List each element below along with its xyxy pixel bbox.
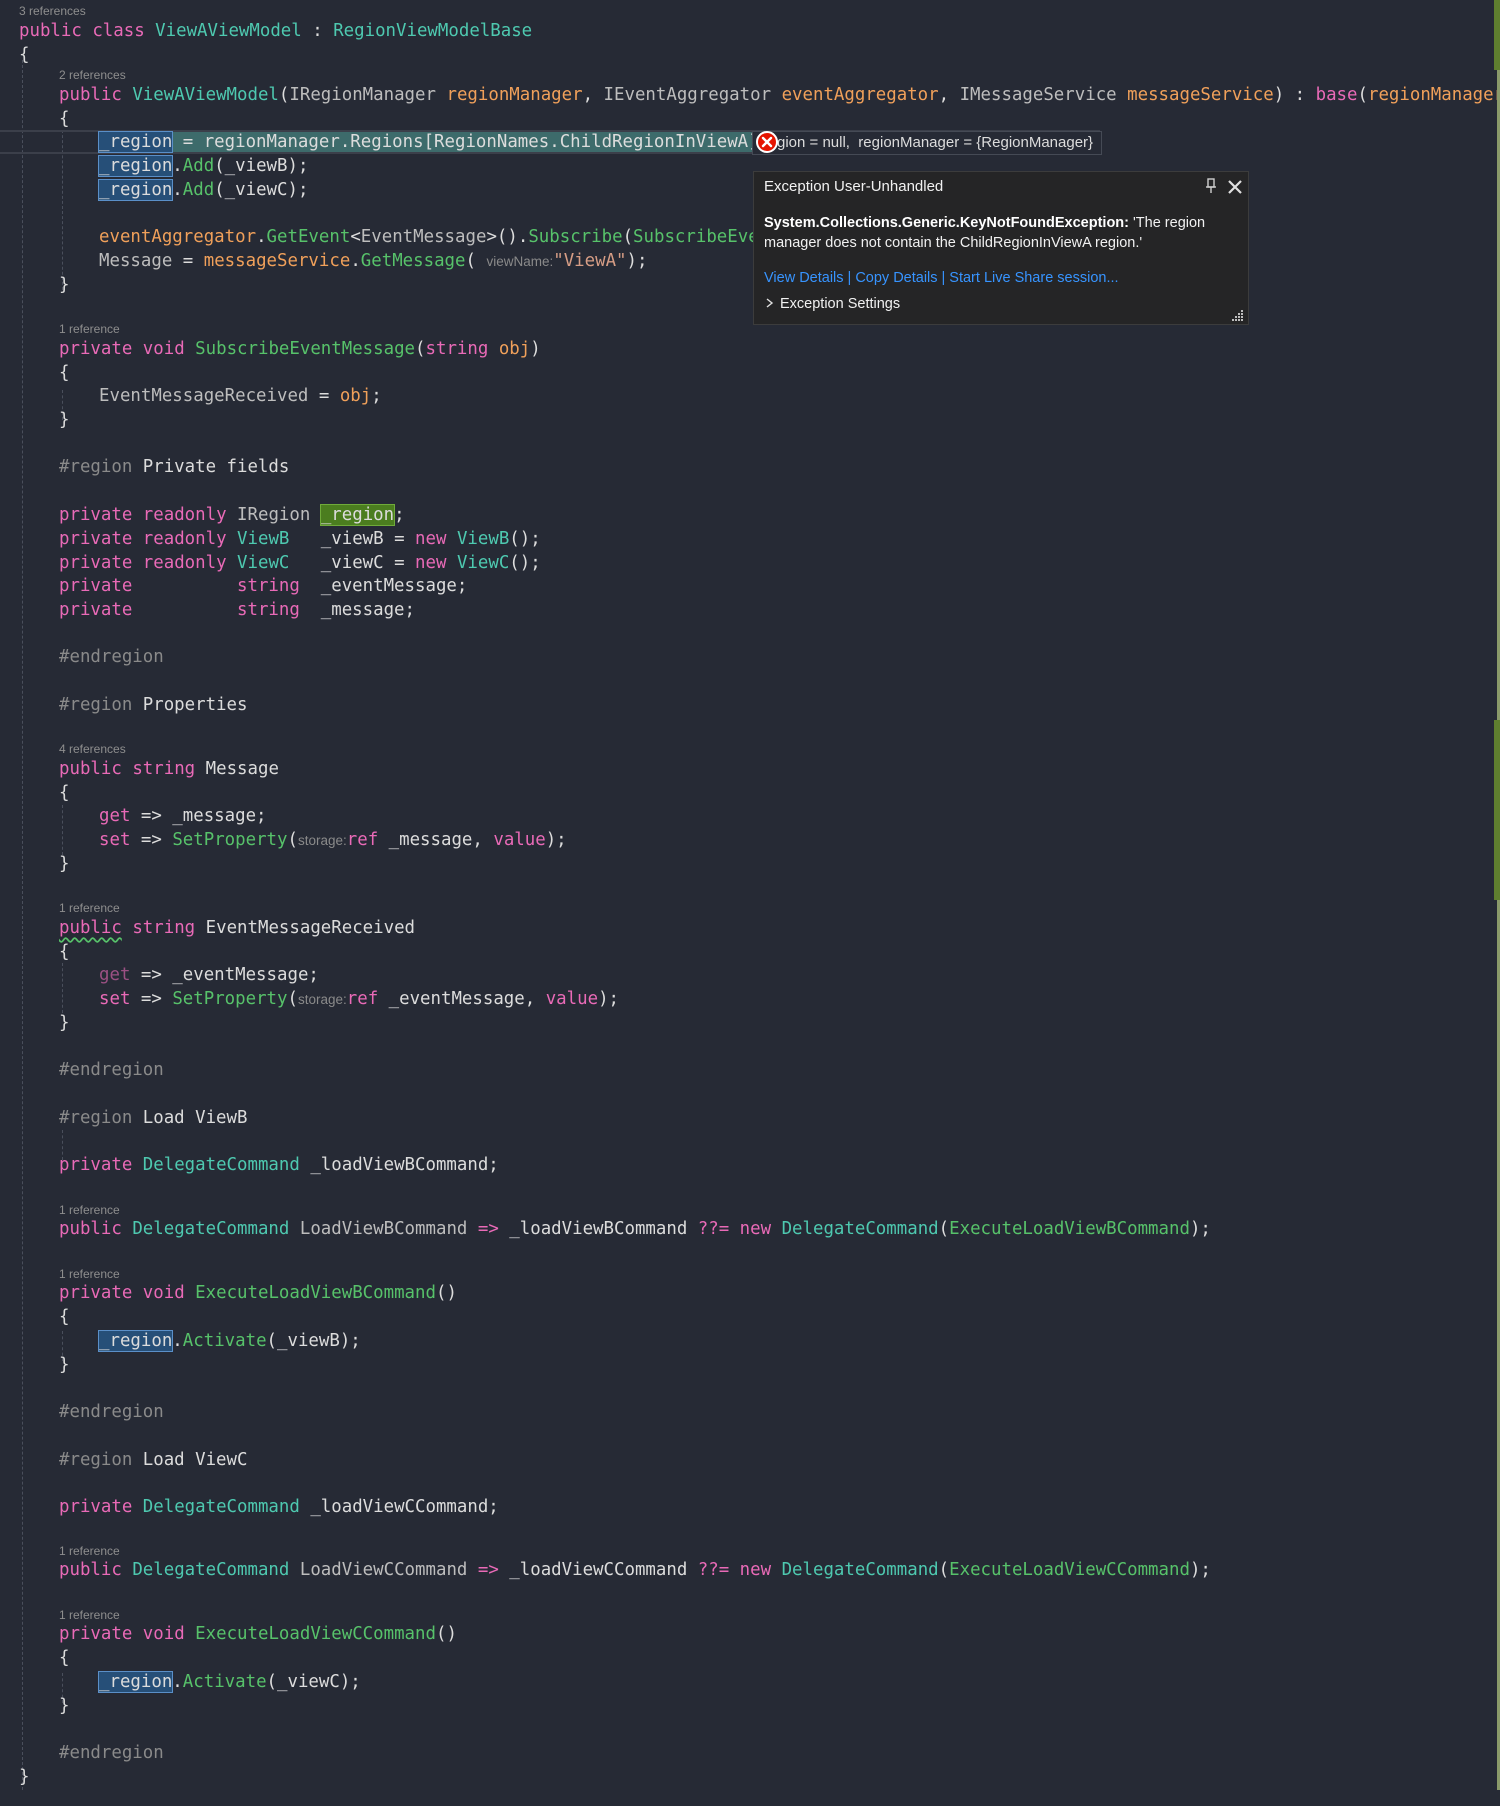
code-line-field-message[interactable]: private string _message; xyxy=(59,598,415,622)
code-line-ctor-signature[interactable]: public ViewAViewModel(IRegionManager reg… xyxy=(59,83,1500,107)
code-line-get-eventmessage[interactable]: get => _eventMessage; xyxy=(99,963,319,987)
codelens-exec-loadviewc-references[interactable]: 1 reference xyxy=(59,1607,120,1623)
code-line-region-load-viewb[interactable]: #region Load ViewB xyxy=(59,1106,247,1130)
code-line-ctor-add-viewb[interactable]: _region.Add(_viewB); xyxy=(97,154,308,178)
code-line-endregion[interactable]: #endregion xyxy=(59,645,164,669)
code-line-brace[interactable]: { xyxy=(59,107,69,131)
scrollbar-annotations[interactable] xyxy=(1494,0,1500,1806)
code-line-field-region[interactable]: private readonly IRegion _region; xyxy=(59,503,405,527)
error-icon xyxy=(756,131,778,153)
code-line-brace[interactable]: } xyxy=(59,1353,69,1377)
code-line-endregion[interactable]: #endregion xyxy=(59,1741,164,1765)
codelens-subscribe-references[interactable]: 1 reference xyxy=(59,321,120,337)
code-line-region-load-viewc[interactable]: #region Load ViewC xyxy=(59,1448,247,1472)
code-line-exec-loadviewb-body[interactable]: _region.Activate(_viewB); xyxy=(97,1329,361,1353)
code-line-brace[interactable]: } xyxy=(59,408,69,432)
exception-message: System.Collections.Generic.KeyNotFoundEx… xyxy=(764,213,1234,253)
exception-type: System.Collections.Generic.KeyNotFoundEx… xyxy=(764,215,1129,231)
indent-guide xyxy=(62,805,63,855)
link-separator: | xyxy=(847,270,852,286)
pin-icon[interactable] xyxy=(1204,178,1218,194)
live-share-link[interactable]: Start Live Share session... xyxy=(949,270,1118,286)
view-details-link[interactable]: View Details xyxy=(764,270,844,286)
code-line-ctor-add-viewc[interactable]: _region.Add(_viewC); xyxy=(97,178,308,202)
code-line-region-private-fields[interactable]: #region Private fields xyxy=(59,455,289,479)
exception-settings-label: Exception Settings xyxy=(780,296,901,312)
codelens-message-references[interactable]: 4 references xyxy=(59,741,126,757)
code-line-class-declaration[interactable]: public class ViewAViewModel : RegionView… xyxy=(19,19,532,43)
exception-settings-expander[interactable]: Exception Settings xyxy=(766,296,900,312)
code-line-brace[interactable]: } xyxy=(59,852,69,876)
code-line-endregion[interactable]: #endregion xyxy=(59,1058,164,1082)
code-line-exec-loadviewc-signature[interactable]: private void ExecuteLoadViewCCommand() xyxy=(59,1622,457,1646)
exception-helper-popup[interactable]: Exception User-Unhandled System.Collecti… xyxy=(753,171,1249,325)
code-line-set-eventmessage[interactable]: set => SetProperty(storage:ref _eventMes… xyxy=(99,987,619,1011)
code-line-brace[interactable]: { xyxy=(59,1646,69,1670)
code-line-endregion[interactable]: #endregion xyxy=(59,1400,164,1424)
copy-details-link[interactable]: Copy Details xyxy=(855,270,937,286)
link-separator: | xyxy=(941,270,946,286)
code-line-brace[interactable]: { xyxy=(59,361,69,385)
code-line-ctor-getmessage[interactable]: Message = messageService.GetMessage( vie… xyxy=(99,249,647,273)
change-marker xyxy=(1494,720,1500,900)
code-line-prop-loadviewccommand[interactable]: public DelegateCommand LoadViewCCommand … xyxy=(59,1558,1211,1582)
codelens-loadviewc-references[interactable]: 1 reference xyxy=(59,1543,120,1559)
expand-triangle-icon xyxy=(766,298,774,308)
code-line-prop-loadviewbcommand[interactable]: public DelegateCommand LoadViewBCommand … xyxy=(59,1217,1211,1241)
codelens-loadviewb-references[interactable]: 1 reference xyxy=(59,1202,120,1218)
code-line-brace[interactable]: { xyxy=(59,1305,69,1329)
change-marker xyxy=(1494,0,1500,70)
exception-links: View Details | Copy Details | Start Live Sha… xyxy=(764,270,1119,286)
code-line-subscribe-signature[interactable]: private void SubscribeEventMessage(strin… xyxy=(59,337,541,361)
exception-title: Exception User-Unhandled xyxy=(764,178,944,195)
close-icon[interactable] xyxy=(1226,178,1244,196)
code-line-exec-loadviewb-signature[interactable]: private void ExecuteLoadViewBCommand() xyxy=(59,1281,457,1305)
code-line-field-viewc[interactable]: private readonly ViewC _viewC = new View… xyxy=(59,551,541,575)
code-line-field-loadviewbcommand[interactable]: private DelegateCommand _loadViewBComman… xyxy=(59,1153,499,1177)
code-line-brace[interactable]: { xyxy=(59,781,69,805)
code-line-brace[interactable]: { xyxy=(19,43,29,67)
code-line-ctor-subscribe[interactable]: eventAggregator.GetEvent<EventMessage>()… xyxy=(99,225,790,249)
code-line-prop-eventmessagereceived[interactable]: public string EventMessageReceived xyxy=(59,916,415,940)
code-line-ctor-region-assign[interactable]: _region = regionManager.Regions[RegionNa… xyxy=(97,130,770,154)
code-line-field-loadviewccommand[interactable]: private DelegateCommand _loadViewCComman… xyxy=(59,1495,499,1519)
code-line-field-eventmessage[interactable]: private string _eventMessage; xyxy=(59,574,467,598)
code-line-brace[interactable]: } xyxy=(59,1694,69,1718)
code-line-field-viewb[interactable]: private readonly ViewB _viewB = new View… xyxy=(59,527,541,551)
code-line-set-message[interactable]: set => SetProperty(storage:ref _message,… xyxy=(99,828,567,852)
codelens-ctor-references[interactable]: 2 references xyxy=(59,67,126,83)
datatip[interactable]: gion = null, regionManager = {RegionMana… xyxy=(752,131,1103,155)
code-line-subscribe-body[interactable]: EventMessageReceived = obj; xyxy=(99,384,382,408)
codelens-eventmsg-references[interactable]: 1 reference xyxy=(59,900,120,916)
code-line-get-message[interactable]: get => _message; xyxy=(99,804,267,828)
indent-guide xyxy=(22,60,23,1790)
codelens-class-references[interactable]: 3 references xyxy=(19,3,86,19)
code-line-brace[interactable]: } xyxy=(19,1765,29,1789)
indent-guide xyxy=(62,963,63,1013)
resize-grip-icon[interactable] xyxy=(1232,308,1244,321)
code-line-exec-loadviewc-body[interactable]: _region.Activate(_viewC); xyxy=(97,1670,361,1694)
code-line-prop-message[interactable]: public string Message xyxy=(59,757,279,781)
code-editor[interactable]: 3 references public class ViewAViewModel… xyxy=(0,0,1500,1806)
code-line-brace[interactable]: { xyxy=(59,940,69,964)
codelens-exec-loadviewb-references[interactable]: 1 reference xyxy=(59,1266,120,1282)
code-line-brace[interactable]: } xyxy=(59,273,69,297)
code-line-region-properties[interactable]: #region Properties xyxy=(59,693,247,717)
indent-guide xyxy=(62,130,63,290)
code-line-brace[interactable]: } xyxy=(59,1011,69,1035)
